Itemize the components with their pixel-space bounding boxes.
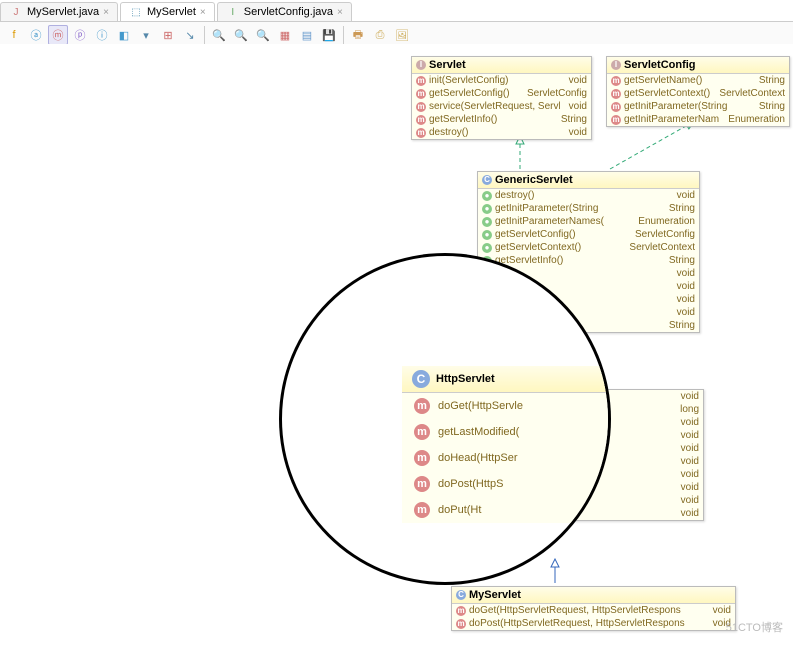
method-row: ●getServletInfo()String <box>478 254 699 267</box>
close-icon[interactable]: × <box>200 7 206 18</box>
method-icon: ● <box>482 230 492 240</box>
method-icon: m <box>414 502 430 518</box>
method-row: minit(ServletConfig)void <box>412 74 591 87</box>
zoom-class-header: C HttpServlet <box>402 366 610 393</box>
close-icon[interactable]: × <box>103 7 109 18</box>
method-icon: m <box>456 619 466 629</box>
method-icon: m <box>416 102 426 112</box>
layout-icon[interactable]: ▦ <box>275 25 295 45</box>
class-header: IServletConfig <box>607 57 789 74</box>
filter-deps-icon[interactable]: ◧ <box>114 25 134 45</box>
class-icon: C <box>412 370 430 388</box>
close-icon[interactable]: × <box>337 7 343 18</box>
class-title: GenericServlet <box>495 174 573 186</box>
class-myservlet[interactable]: CMyServlet mdoGet(HttpServletRequest, Ht… <box>451 586 736 631</box>
method-row: mdestroy()void <box>412 126 591 139</box>
tab-bar: J MyServlet.java × ⬚ MyServlet × I Servl… <box>0 0 793 22</box>
method-row: mdoGet(HttpServletRequest, HttpServletRe… <box>452 604 735 617</box>
funnel-icon[interactable]: ▾ <box>136 25 156 45</box>
magnifier-lens: C HttpServlet mdoGet(HttpServle mgetLastM… <box>280 254 610 584</box>
method-icon: m <box>611 76 621 86</box>
method-row: mgetServletConfig()ServletConfig <box>412 87 591 100</box>
class-header: CGenericServlet <box>478 172 699 189</box>
filter-inner-icon[interactable]: ⓘ <box>92 25 112 45</box>
method-icon: m <box>611 102 621 112</box>
method-icon: ● <box>482 217 492 227</box>
method-icon: m <box>416 89 426 99</box>
method-icon: m <box>416 76 426 86</box>
method-icon: m <box>416 115 426 125</box>
class-title: MyServlet <box>469 589 521 601</box>
method-row: mgetInitParameterNames(Enumeration <box>607 113 789 126</box>
method-icon: m <box>416 128 426 138</box>
class-icon: C <box>482 175 492 185</box>
watermark: 51CTO博客 <box>726 619 783 635</box>
method-row: mservice(ServletRequest, ServletResponsv… <box>412 100 591 113</box>
filter-fields-icon[interactable]: f <box>4 25 24 45</box>
tree-icon[interactable]: ⊞ <box>158 25 178 45</box>
method-row: mgetServletContext()ServletContext <box>607 87 789 100</box>
zoom-method-row: mdoHead(HttpSer <box>402 445 610 471</box>
method-icon: m <box>611 115 621 125</box>
method-icon: ● <box>482 204 492 214</box>
filter-properties-icon[interactable]: ⓟ <box>70 25 90 45</box>
zoom-method-row: mdoGet(HttpServle <box>402 393 610 419</box>
method-icon: m <box>456 606 466 616</box>
method-row: ●destroy()void <box>478 189 699 202</box>
export-icon[interactable]: ⎙ <box>370 25 390 45</box>
method-icon: ● <box>482 243 492 253</box>
interface-file-icon: I <box>226 5 240 19</box>
method-row: mgetServletInfo()String <box>412 113 591 126</box>
class-servlet[interactable]: IServlet minit(ServletConfig)void mgetSe… <box>411 56 592 140</box>
separator <box>204 26 205 44</box>
filter-abstract-icon[interactable]: ⓐ <box>26 25 46 45</box>
method-row: mdoPost(HttpServletRequest, HttpServletR… <box>452 617 735 630</box>
class-title: Servlet <box>429 59 466 71</box>
method-row: ●getInitParameterNames(Enumeration <box>478 215 699 228</box>
diagram-canvas[interactable]: IServlet minit(ServletConfig)void mgetSe… <box>0 44 793 645</box>
interface-icon: I <box>611 60 621 70</box>
interface-icon: I <box>416 60 426 70</box>
print-icon[interactable]: 🖶 <box>348 25 368 45</box>
java-file-icon: J <box>9 5 23 19</box>
diagram-icon: ⬚ <box>129 5 143 19</box>
tab-label: ServletConfig.java <box>244 6 333 18</box>
method-row: ●getServletContext()ServletContext <box>478 241 699 254</box>
zoom-method-row: mdoPost(HttpS <box>402 471 610 497</box>
method-row: mgetServletName()String <box>607 74 789 87</box>
save-icon[interactable]: 💾 <box>319 25 339 45</box>
method-icon: m <box>414 424 430 440</box>
zoom-in-icon[interactable]: 🔍 <box>209 25 229 45</box>
zoom-method-row: mdoPut(Ht <box>402 497 610 523</box>
separator <box>343 26 344 44</box>
tab-label: MyServlet.java <box>27 6 99 18</box>
align-icon[interactable]: ▤ <box>297 25 317 45</box>
class-title: ServletConfig <box>624 59 696 71</box>
class-servletconfig[interactable]: IServletConfig mgetServletName()String m… <box>606 56 790 127</box>
class-icon: C <box>456 590 466 600</box>
tab-myservlet-diagram[interactable]: ⬚ MyServlet × <box>120 2 215 21</box>
zoom-reset-icon[interactable]: 🔍 <box>231 25 251 45</box>
tab-servletconfig-java[interactable]: I ServletConfig.java × <box>217 2 352 21</box>
method-icon: m <box>414 476 430 492</box>
class-header: CMyServlet <box>452 587 735 604</box>
method-icon: m <box>414 450 430 466</box>
filter-methods-icon[interactable]: ⓜ <box>48 25 68 45</box>
class-header: IServlet <box>412 57 591 74</box>
zoom-title: HttpServlet <box>436 373 495 385</box>
method-row: mgetInitParameter(StringString <box>607 100 789 113</box>
zoom-method-row: mgetLastModified( <box>402 419 610 445</box>
image-icon[interactable]: 🖼 <box>392 25 412 45</box>
tab-label: MyServlet <box>147 6 196 18</box>
zoom-out-icon[interactable]: 🔍 <box>253 25 273 45</box>
method-icon: m <box>414 398 430 414</box>
method-row: ●getInitParameter(StringString <box>478 202 699 215</box>
method-icon: m <box>611 89 621 99</box>
tab-myservlet-java[interactable]: J MyServlet.java × <box>0 2 118 21</box>
method-row: ●getServletConfig()ServletConfig <box>478 228 699 241</box>
direction-icon[interactable]: ↘ <box>180 25 200 45</box>
method-icon: ● <box>482 191 492 201</box>
